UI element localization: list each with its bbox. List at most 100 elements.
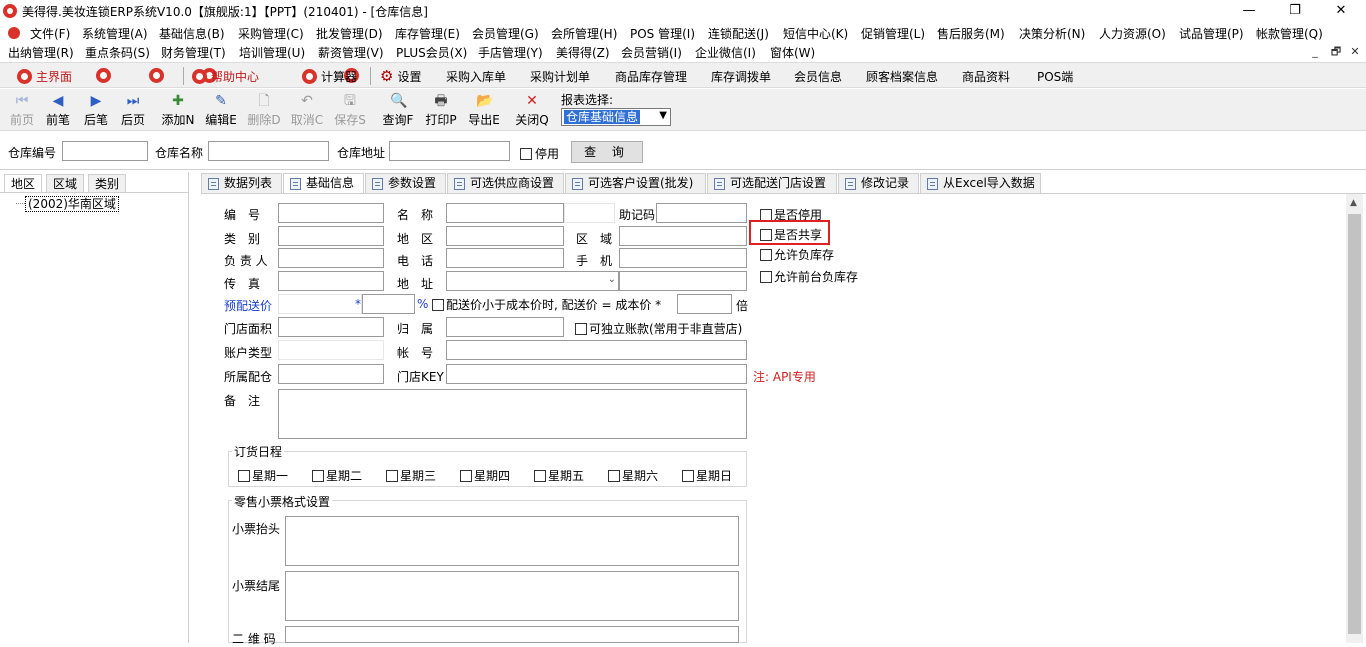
tab-area[interactable]: 区域 [46,174,84,192]
tab-excel-import[interactable]: 从Excel导入数据 [920,173,1041,193]
chat-icon[interactable] [148,68,164,83]
last-page-button[interactable]: ⏭ 后页 [115,91,151,129]
menu-file[interactable]: 文件(F) [30,25,70,42]
remark-textarea[interactable] [278,389,747,439]
tab-suppliers[interactable]: 可选供应商设置 [447,173,564,193]
menu-pos[interactable]: POS 管理(I) [630,25,695,42]
menu-plus-member[interactable]: PLUS会员(X) [396,44,467,61]
menu-member-marketing[interactable]: 会员营销(I) [621,44,682,61]
home-button[interactable]: 主界面 [17,67,72,85]
lock-icon[interactable] [96,68,111,83]
day-sunday-checkbox[interactable]: 星期日 [682,467,732,484]
opt-front-negative-checkbox[interactable]: 允许前台负库存 [760,268,858,285]
edit-button[interactable]: ✎ 编辑E [203,91,239,129]
tab-data-list[interactable]: 数据列表 [201,173,282,193]
menu-analysis[interactable]: 决策分析(N) [1019,25,1085,42]
menu-cashier[interactable]: 出纳管理(R) [8,44,74,61]
menu-sms[interactable]: 短信中心(K) [783,25,848,42]
day-monday-checkbox[interactable]: 星期一 [238,467,288,484]
close-window-button[interactable]: ✕ [1318,0,1364,22]
belong-field[interactable] [446,317,564,337]
menu-window[interactable]: 窗体(W) [770,44,815,61]
print-button[interactable]: 🖶 打印P [423,91,459,129]
independent-account-checkbox[interactable]: 可独立账款(常用于非直营店) [575,320,742,337]
menu-club[interactable]: 会所管理(H) [551,25,617,42]
quick-link-transfer[interactable]: 库存调拨单 [711,67,771,85]
warehouse-code-input[interactable] [62,141,148,161]
day-friday-checkbox[interactable]: 星期五 [534,467,584,484]
menu-member[interactable]: 会员管理(G) [472,25,539,42]
menu-meidede[interactable]: 美得得(Z) [556,44,610,61]
warehouse-name-input[interactable] [208,141,329,161]
cancel-button[interactable]: ↶ 取消C [289,91,325,129]
report-select[interactable]: 仓库基础信息 ▼ [561,108,671,126]
quick-link-pos[interactable]: POS端 [1037,67,1073,85]
menu-chain[interactable]: 连锁配送(J) [708,25,769,42]
mobile-field[interactable] [619,248,747,268]
code-field[interactable] [278,203,384,223]
save-button[interactable]: 🖫 保存S [332,91,368,129]
receipt-footer-textarea[interactable] [285,571,739,621]
address-select[interactable]: ⌄ [446,271,619,291]
menu-accounts[interactable]: 帐款管理(Q) [1256,25,1323,42]
tree-item-region[interactable]: (2002)华南区域 [25,196,119,212]
warehouse-field[interactable] [278,364,384,384]
quick-link-purchase-plan[interactable]: 采购计划单 [530,67,590,85]
mdi-restore-button[interactable]: 🗗 [1327,44,1345,60]
menu-promotion[interactable]: 促销管理(L) [861,25,925,42]
quick-link-purchase-receipt[interactable]: 采购入库单 [446,67,506,85]
day-thursday-checkbox[interactable]: 星期四 [460,467,510,484]
menu-inventory[interactable]: 库存管理(E) [395,25,460,42]
quick-link-product[interactable]: 商品资料 [962,67,1010,85]
restore-button[interactable]: ❐ [1272,0,1318,22]
menu-barcode[interactable]: 重点条码(S) [85,44,150,61]
export-button[interactable]: 📂 导出E [466,91,502,129]
cost-multiplier-field[interactable] [677,294,732,314]
name-extra-field[interactable] [564,203,615,223]
opt-negative-stock-checkbox[interactable]: 允许负库存 [760,246,834,263]
tab-customers[interactable]: 可选客户设置(批发) [565,173,706,193]
menu-wholesale[interactable]: 批发管理(D) [316,25,383,42]
name-field[interactable] [446,203,564,223]
mdi-minimize-button[interactable]: _ [1306,44,1324,60]
menu-salary[interactable]: 薪资管理(V) [318,44,384,61]
tab-basic-info[interactable]: 基础信息 [283,173,364,194]
area-field[interactable] [619,226,747,246]
tab-category[interactable]: 类别 [88,174,126,192]
address-detail-field[interactable] [619,271,747,291]
phone-field[interactable] [446,248,564,268]
settings-button[interactable]: ⚙ 设置 [380,67,421,85]
search-query-button[interactable]: 查 询 [571,141,643,163]
next-record-button[interactable]: ▶ 后笔 [78,91,114,129]
qrcode-field[interactable] [285,626,739,643]
day-saturday-checkbox[interactable]: 星期六 [608,467,658,484]
menu-finance[interactable]: 财务管理(T) [161,44,226,61]
quick-link-stock[interactable]: 商品库存管理 [615,67,687,85]
prev-record-button[interactable]: ◀ 前笔 [40,91,76,129]
day-tuesday-checkbox[interactable]: 星期二 [312,467,362,484]
mdi-close-button[interactable]: ✕ [1346,44,1364,60]
pre-price-field[interactable] [278,294,362,314]
query-button[interactable]: 🔍 查询F [380,91,416,129]
disabled-filter-checkbox[interactable]: 停用 [520,145,559,162]
menu-basic-info[interactable]: 基础信息(B) [159,25,225,42]
quick-link-member[interactable]: 会员信息 [794,67,842,85]
tab-history[interactable]: 修改记录 [838,173,919,193]
menu-training[interactable]: 培训管理(U) [239,44,305,61]
account-no-field[interactable] [446,340,747,360]
manager-field[interactable] [278,248,384,268]
menu-wechat[interactable]: 企业微信(I) [695,44,756,61]
menu-purchase[interactable]: 采购管理(C) [238,25,304,42]
tab-delivery-stores[interactable]: 可选配送门店设置 [707,173,837,193]
cost-rule-checkbox[interactable]: 配送价小于成本价时, 配送价 = 成本价 * [432,296,661,313]
help-center-button[interactable]: 帮助中心 [192,67,259,85]
fax-field[interactable] [278,271,384,291]
pre-price-percent-field[interactable] [362,294,415,314]
menu-store[interactable]: 手店管理(Y) [478,44,543,61]
first-page-button[interactable]: ⏮ 前页 [4,91,40,129]
quick-link-customer[interactable]: 顾客档案信息 [866,67,938,85]
menu-system[interactable]: 系统管理(A) [82,25,148,42]
tab-region[interactable]: 地区 [4,174,42,192]
day-wednesday-checkbox[interactable]: 星期三 [386,467,436,484]
menu-aftersales[interactable]: 售后服务(M) [937,25,1005,42]
